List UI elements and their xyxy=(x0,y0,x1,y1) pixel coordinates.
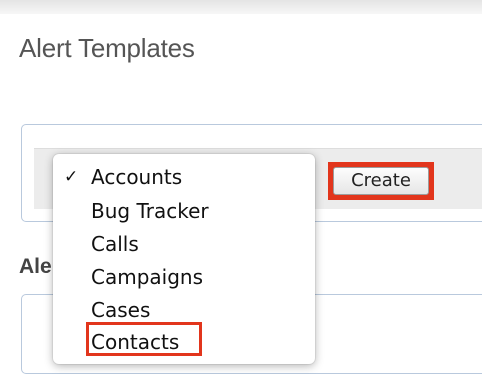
dropdown-option-campaigns[interactable]: Campaigns xyxy=(91,264,203,290)
page-title: Alert Templates xyxy=(19,33,195,63)
dropdown-option-bug-tracker[interactable]: Bug Tracker xyxy=(91,198,209,224)
create-button-highlight: Create xyxy=(328,162,434,200)
dropdown-option-calls[interactable]: Calls xyxy=(91,231,139,257)
dropdown-option-cases[interactable]: Cases xyxy=(91,297,150,323)
checkmark-icon: ✓ xyxy=(64,167,79,187)
top-rule xyxy=(0,0,482,14)
dropdown-option-accounts[interactable]: Accounts xyxy=(91,164,182,190)
create-button[interactable]: Create xyxy=(333,167,429,195)
